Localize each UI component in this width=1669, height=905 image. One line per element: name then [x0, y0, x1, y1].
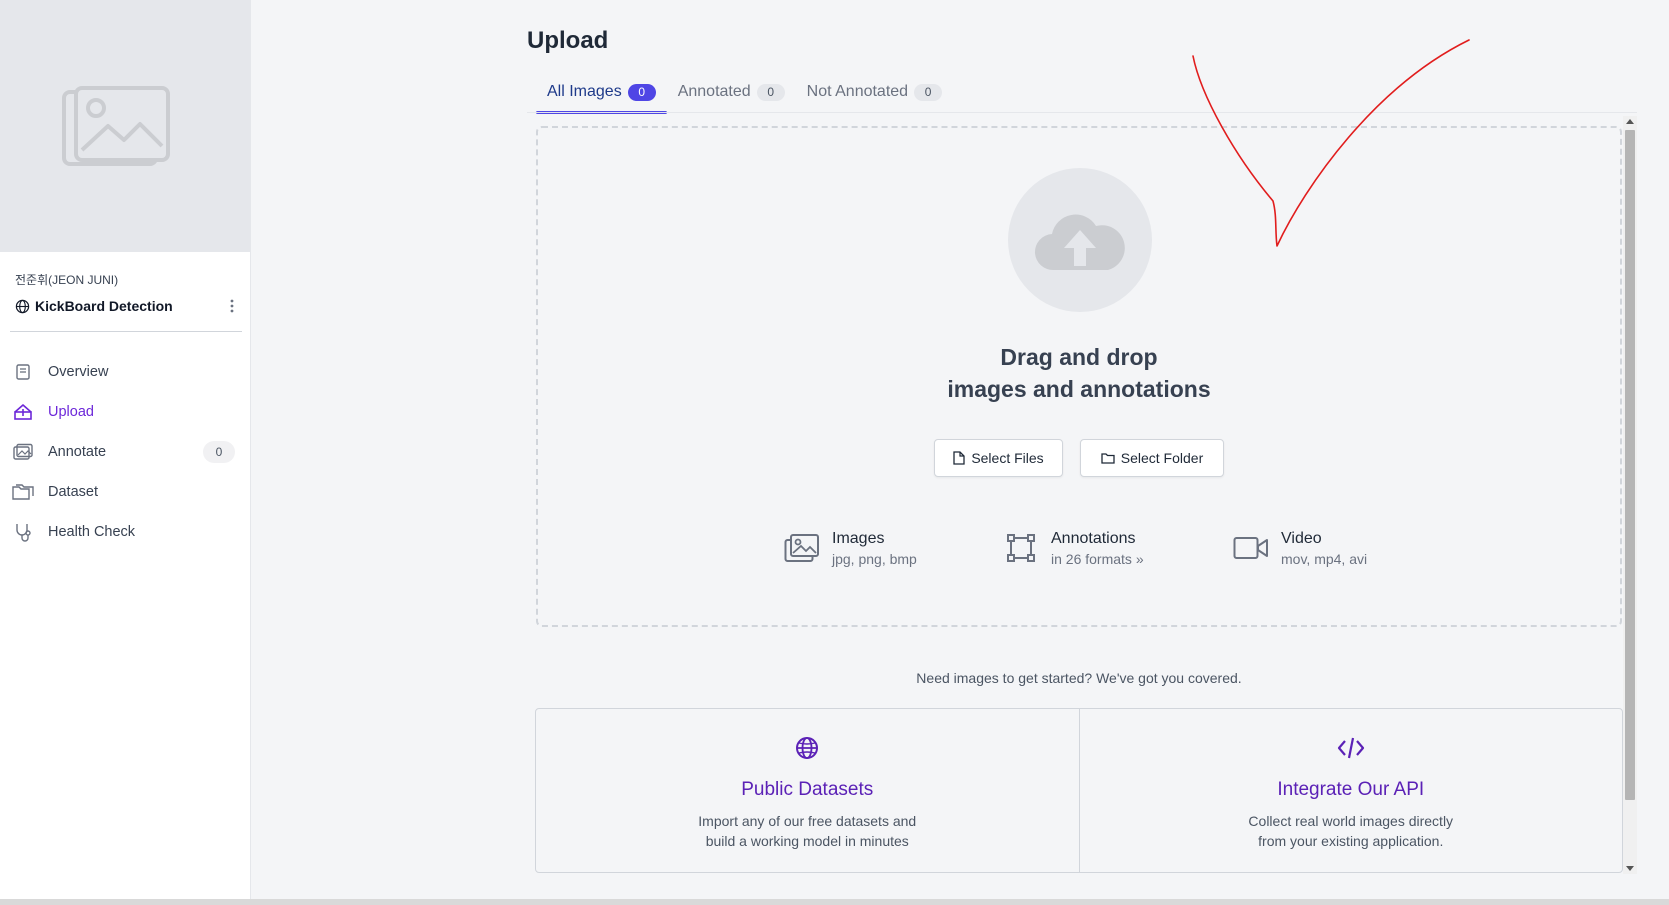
format-desc: in 26 formats » [1051, 550, 1144, 567]
card-description: Import any of our free datasets and buil… [536, 811, 1079, 851]
card-description-line: Import any of our free datasets and [698, 813, 917, 829]
project-thumbnail[interactable] [0, 0, 251, 252]
images-icon [12, 441, 34, 463]
sidebar-item-label: Dataset [48, 484, 98, 500]
tab-annotated[interactable]: Annotated 0 [667, 72, 796, 112]
dropzone-title-line2: images and annotations [947, 376, 1211, 402]
horizontal-scrollbar[interactable] [0, 899, 1669, 905]
scrollbar-thumb[interactable] [1625, 130, 1635, 800]
public-datasets-card[interactable]: Public Datasets Import any of our free d… [536, 709, 1079, 872]
tab-not-annotated[interactable]: Not Annotated 0 [796, 72, 953, 112]
bounding-box-icon [1001, 528, 1041, 568]
format-video: Video mov, mp4, avi [1231, 528, 1367, 568]
getting-started-cards: Public Datasets Import any of our free d… [535, 708, 1623, 873]
workspace-owner: 전준휘(JEON JUNI) [15, 273, 119, 287]
sidebar-item-label: Overview [48, 364, 109, 380]
tab-count-badge: 0 [914, 83, 943, 101]
scroll-up-arrow-icon[interactable] [1626, 119, 1634, 124]
format-annotations[interactable]: Annotations in 26 formats » [1001, 528, 1144, 568]
getting-started-hint: Need images to get started? We've got yo… [916, 670, 1242, 686]
sidebar-item-label: Health Check [48, 524, 136, 540]
sidebar-item-label: Upload [48, 404, 94, 420]
card-title: Integrate Our API [1277, 779, 1425, 800]
format-name: Images [832, 529, 885, 547]
folder-icon [1101, 453, 1115, 464]
select-files-button[interactable]: Select Files [934, 439, 1063, 477]
book-icon [12, 361, 34, 383]
sidebar-divider [10, 331, 242, 332]
images-icon [782, 528, 822, 568]
file-icon [953, 451, 965, 465]
card-description-line: from your existing application. [1258, 833, 1444, 849]
upload-icon [12, 401, 34, 423]
scroll-down-arrow-icon[interactable] [1626, 866, 1634, 871]
page-title: Upload [527, 27, 609, 54]
tab-count-badge: 0 [627, 83, 656, 101]
image-placeholder-icon [62, 86, 170, 166]
image-tabs: All Images 0 Annotated 0 Not Annotated 0 [536, 72, 953, 114]
kebab-menu-icon[interactable] [227, 298, 237, 314]
format-desc: mov, mp4, avi [1281, 550, 1368, 567]
stethoscope-icon [12, 521, 34, 543]
folder-icon [12, 481, 34, 503]
sidebar-item-health-check[interactable]: Health Check [0, 512, 251, 552]
sidebar-nav: Overview Upload Annotate 0 Dataset Healt… [0, 352, 251, 552]
tab-label: Annotated [677, 83, 751, 100]
sidebar-item-dataset[interactable]: Dataset [0, 472, 251, 512]
tab-label: Not Annotated [806, 83, 909, 100]
select-files-label: Select Files [971, 450, 1044, 466]
cloud-upload-icon [1008, 168, 1152, 312]
format-name: Annotations [1051, 529, 1136, 547]
annotate-count-badge: 0 [203, 441, 235, 463]
sidebar-item-annotate[interactable]: Annotate 0 [0, 432, 251, 472]
video-camera-icon [1231, 528, 1271, 568]
sidebar-item-upload[interactable]: Upload [0, 392, 251, 432]
select-folder-label: Select Folder [1120, 450, 1204, 466]
globe-icon [536, 736, 1079, 760]
tab-label: All Images [547, 83, 622, 100]
tab-all-images[interactable]: All Images 0 [536, 72, 667, 114]
format-desc: jpg, png, bmp [832, 550, 917, 567]
integrate-api-card[interactable]: Integrate Our API Collect real world ima… [1078, 709, 1623, 872]
sidebar: 전준휘(JEON JUNI) KickBoard Detection Overv… [0, 0, 251, 905]
globe-icon [15, 299, 30, 313]
select-folder-button[interactable]: Select Folder [1080, 439, 1224, 477]
red-checkmark-annotation [1192, 39, 1470, 247]
format-images: Images jpg, png, bmp [782, 528, 917, 568]
tab-count-badge: 0 [756, 83, 785, 101]
card-description-line: Collect real world images directly [1248, 813, 1454, 829]
vertical-scrollbar[interactable] [1623, 116, 1637, 874]
card-description: Collect real world images directly from … [1080, 811, 1623, 851]
sidebar-item-overview[interactable]: Overview [0, 352, 251, 392]
card-title: Public Datasets [741, 779, 874, 800]
project-header[interactable]: KickBoard Detection [15, 296, 237, 316]
sidebar-item-label: Annotate [48, 444, 107, 460]
card-description-line: build a working model in minutes [705, 833, 909, 849]
dropzone-title-line1: Drag and drop [1000, 344, 1158, 370]
format-name: Video [1281, 529, 1322, 547]
project-name: KickBoard Detection [35, 298, 173, 314]
code-icon [1080, 736, 1623, 760]
